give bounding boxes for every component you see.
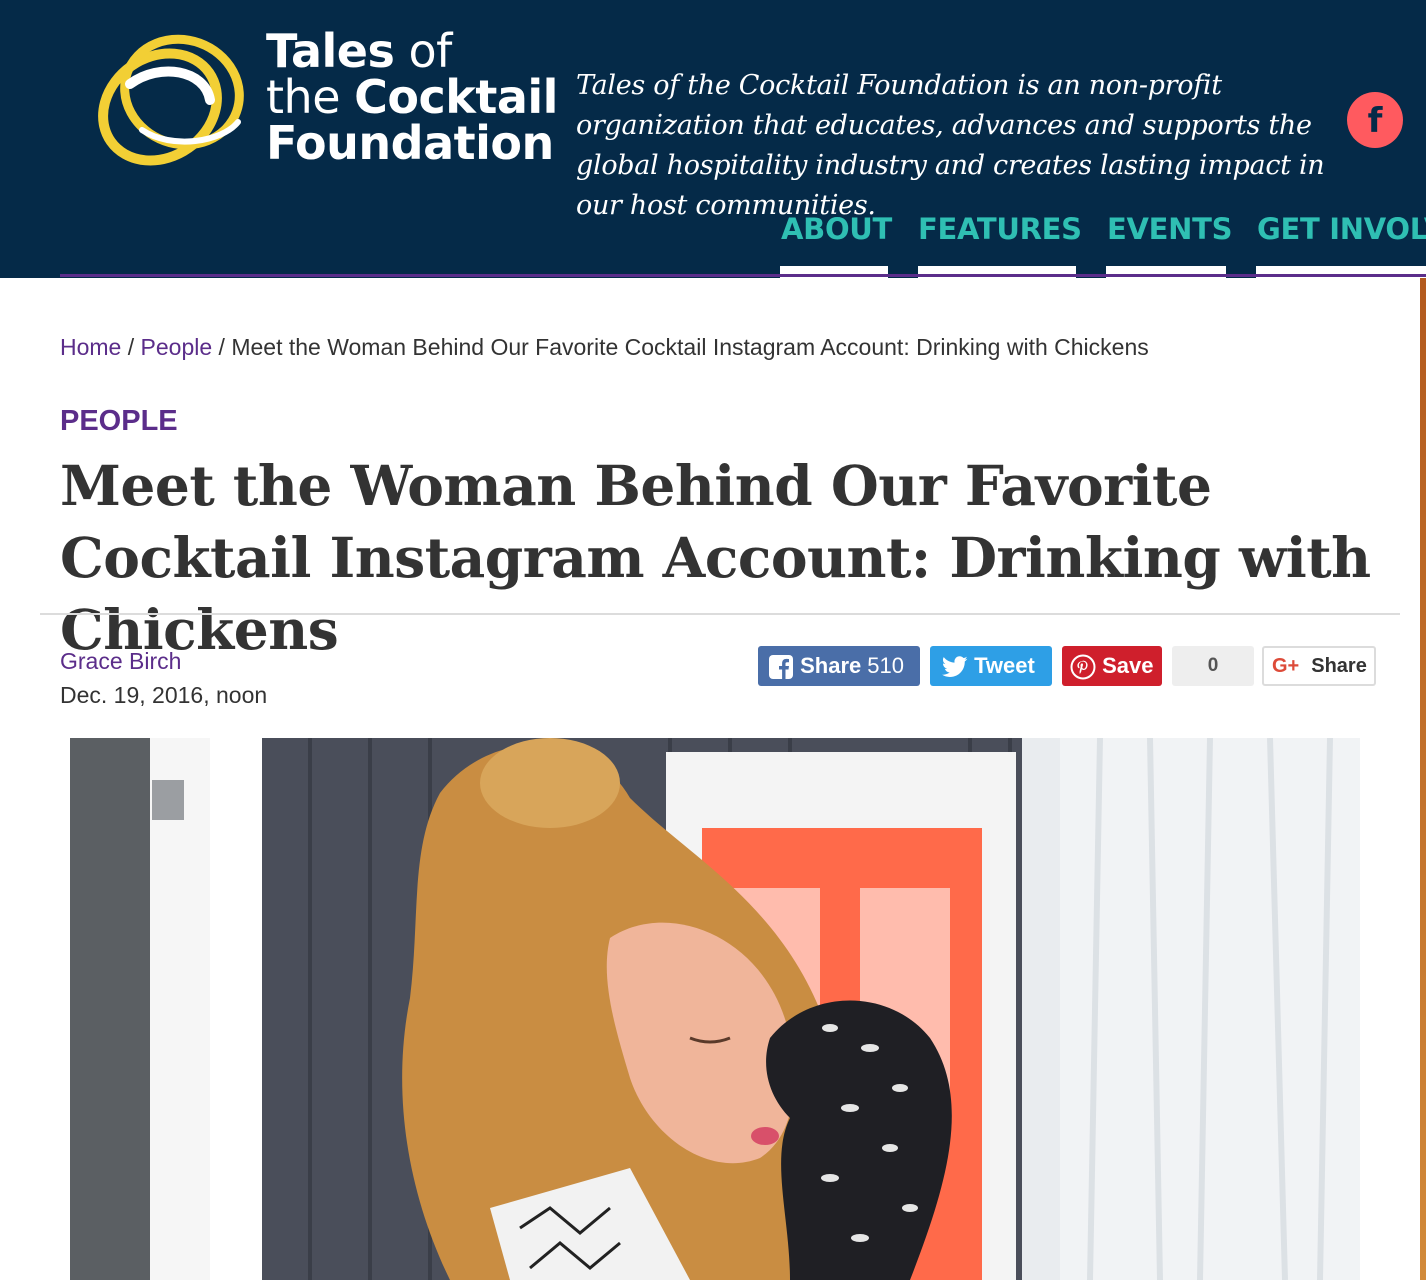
breadcrumb: Home / People / Meet the Woman Behind Ou… xyxy=(60,332,1149,362)
breadcrumb-people-link[interactable]: People xyxy=(141,334,213,360)
main-nav: ABOUT FEATURES EVENTS GET INVOLV xyxy=(0,208,1426,278)
pinterest-save-label: Save xyxy=(1102,653,1154,678)
title-divider xyxy=(40,613,1400,615)
facebook-share-label: Share xyxy=(800,653,862,678)
article-title: Meet the Woman Behind Our Favorite Cockt… xyxy=(60,453,1371,662)
tweet-label: Tweet xyxy=(974,653,1035,678)
article-author-link[interactable]: Grace Birch xyxy=(60,648,181,675)
facebook-icon[interactable]: f xyxy=(1347,92,1403,148)
nav-item-get-involved[interactable]: GET INVOLV xyxy=(1257,208,1426,250)
site-header: Tales of the Cocktail Foundation Tales o… xyxy=(0,0,1426,278)
pinterest-save-button[interactable]: Save xyxy=(1062,646,1162,686)
nav-item-events[interactable]: EVENTS xyxy=(1107,208,1233,250)
article-date: Dec. 19, 2016, noon xyxy=(60,682,268,708)
pinterest-icon xyxy=(1070,654,1096,680)
google-plus-share-button[interactable]: G+ Share xyxy=(1262,646,1376,686)
breadcrumb-separator: / xyxy=(212,334,232,360)
logo-word-foundation: Foundation xyxy=(266,116,554,170)
google-plus-icon: G+ xyxy=(1272,655,1300,677)
breadcrumb-current: Meet the Woman Behind Our Favorite Cockt… xyxy=(231,334,1149,360)
window-edge xyxy=(1420,278,1426,1280)
breadcrumb-home-link[interactable]: Home xyxy=(60,334,121,360)
facebook-share-button[interactable]: Share 510 xyxy=(758,646,920,686)
header-divider xyxy=(60,274,1426,277)
nav-item-features[interactable]: FEATURES xyxy=(918,208,1082,250)
tweet-button[interactable]: Tweet xyxy=(930,646,1052,686)
foundation-logo-icon[interactable] xyxy=(90,22,250,182)
google-plus-share-label: Share xyxy=(1311,655,1367,677)
nav-item-about[interactable]: ABOUT xyxy=(781,208,892,250)
site-tagline: Tales of the Cocktail Foundation is an n… xyxy=(576,70,1325,221)
breadcrumb-separator: / xyxy=(121,334,141,360)
logo-wordmark[interactable]: Tales of the Cocktail Foundation xyxy=(266,28,558,166)
facebook-share-count: 510 xyxy=(867,653,904,678)
hero-image xyxy=(70,738,1370,1280)
facebook-square-icon xyxy=(769,655,793,680)
twitter-bird-icon xyxy=(942,656,968,678)
pinterest-save-count: 0 xyxy=(1172,646,1254,686)
article-category[interactable]: PEOPLE xyxy=(60,405,178,438)
